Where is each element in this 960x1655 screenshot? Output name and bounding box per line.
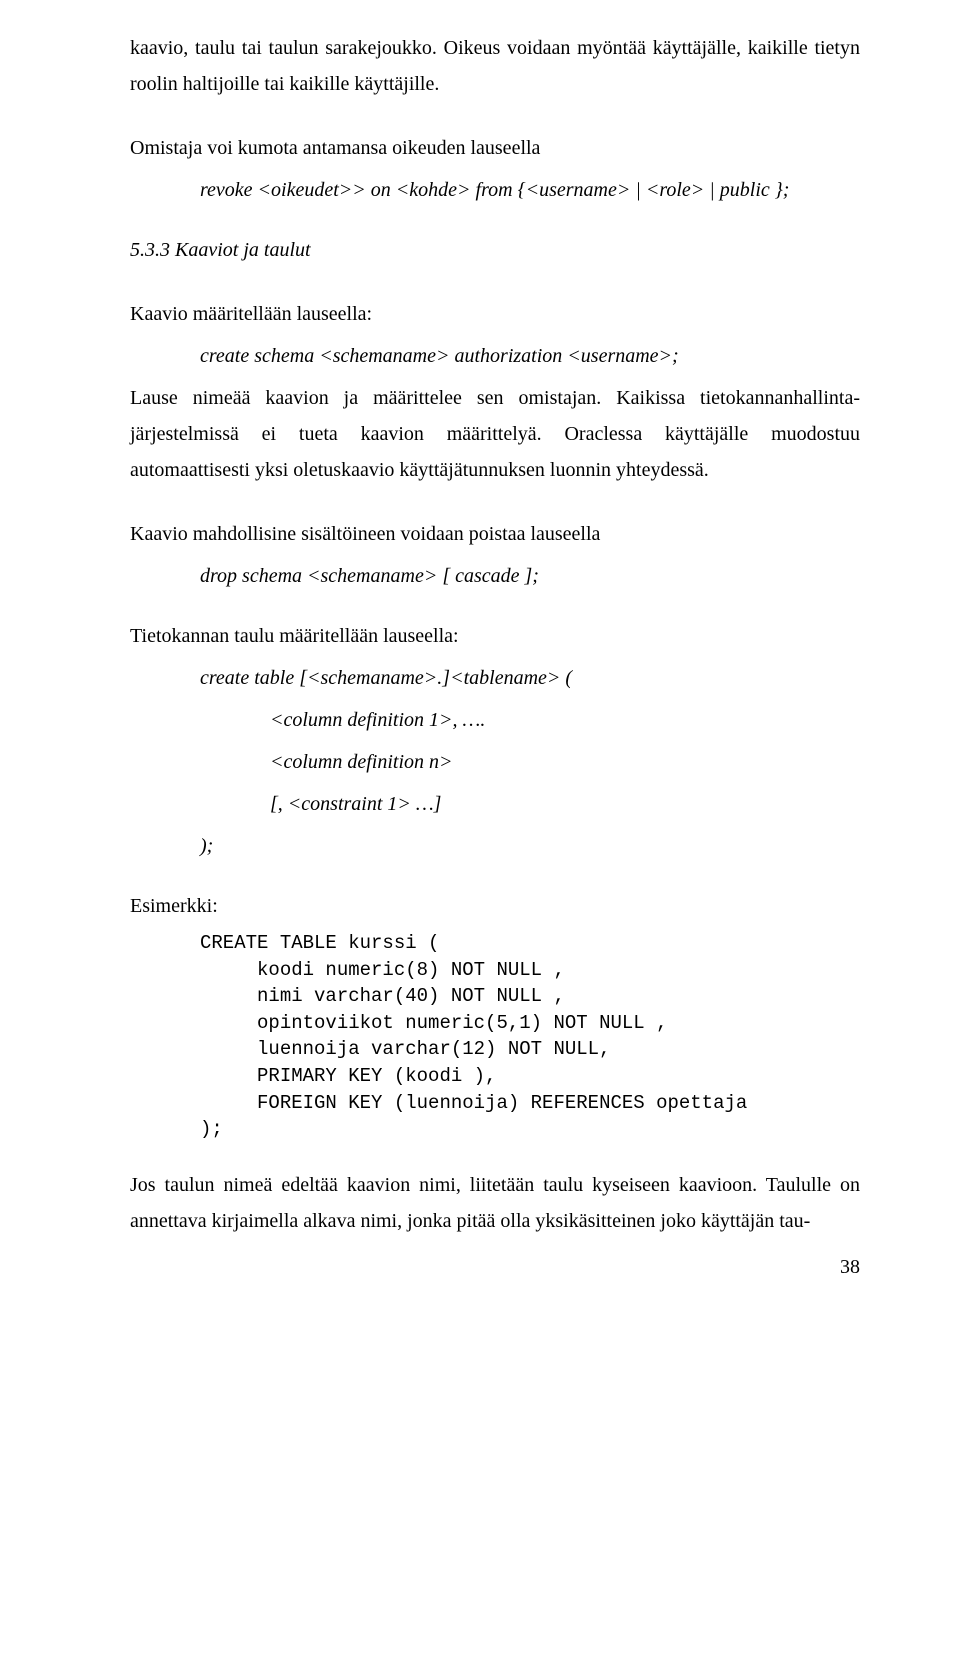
paragraph: kaavio, taulu tai taulun sarakejoukko. O… xyxy=(130,30,860,102)
paragraph-block: Omistaja voi kumota antamansa oikeuden l… xyxy=(130,130,860,208)
document-page: kaavio, taulu tai taulun sarakejoukko. O… xyxy=(0,0,960,1325)
paragraph: Omistaja voi kumota antamansa oikeuden l… xyxy=(130,130,860,166)
paragraph: Kaavio mahdollisine sisältöineen voidaan… xyxy=(130,516,860,552)
code-line: <column definition 1>, …. xyxy=(130,702,860,738)
paragraph: Tietokannan taulu määritellään lauseella… xyxy=(130,618,860,654)
paragraph-block: Tietokannan taulu määritellään lauseella… xyxy=(130,618,860,864)
example-block: Esimerkki: CREATE TABLE kurssi ( koodi n… xyxy=(130,888,860,1143)
paragraph-block: Kaavio mahdollisine sisältöineen voidaan… xyxy=(130,516,860,594)
paragraph: Jos taulun nimeä edeltää kaavion nimi, l… xyxy=(130,1167,860,1239)
paragraph: Kaavio määritellään lauseella: xyxy=(130,296,860,332)
code-line: create table [<schemaname>.]<tablename> … xyxy=(130,660,860,696)
section-heading: 5.3.3 Kaaviot ja taulut xyxy=(130,232,860,268)
example-label: Esimerkki: xyxy=(130,888,860,924)
code-line: <column definition n> xyxy=(130,744,860,780)
paragraph: Lause nimeää kaavion ja määrittelee sen … xyxy=(130,380,860,488)
code-line: revoke <oikeudet>> on <kohde> from {<use… xyxy=(130,172,860,208)
paragraph-block: Kaavio määritellään lauseella: create sc… xyxy=(130,296,860,488)
code-line: drop schema <schemaname> [ cascade ]; xyxy=(130,558,860,594)
page-number: 38 xyxy=(130,1249,860,1285)
code-block: CREATE TABLE kurssi ( koodi numeric(8) N… xyxy=(130,930,860,1143)
code-line: [, <constraint 1> …] xyxy=(130,786,860,822)
code-line: ); xyxy=(130,828,860,864)
code-line: create schema <schemaname> authorization… xyxy=(130,338,860,374)
